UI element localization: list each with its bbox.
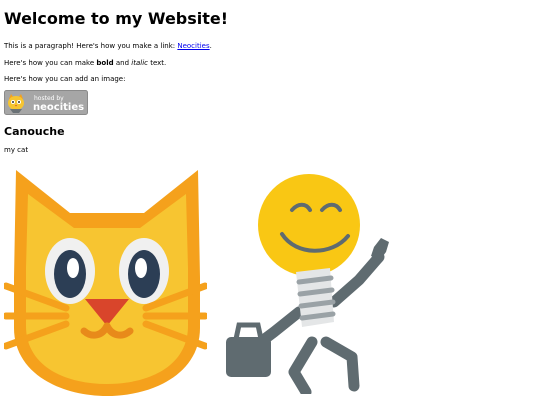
hosted-by-neocities-badge[interactable]: hosted by neocities [4, 90, 88, 115]
paragraph-text: . [209, 42, 212, 50]
paragraph-text: This is a paragraph! Here's how you make… [4, 42, 178, 50]
italic-text: italic [131, 59, 148, 67]
section-heading: Canouche [4, 125, 65, 138]
paragraph-formatting: Here's how you can make bold and italic … [4, 59, 534, 68]
paragraph-text: and [113, 59, 132, 67]
cat-image [4, 170, 207, 396]
badge-small-text: hosted by [34, 95, 64, 102]
badge-big-text: neocities [33, 102, 84, 113]
paragraph-text: text. [147, 59, 167, 67]
paragraph-text: Here's how you can make [4, 59, 97, 67]
bold-text: bold [96, 59, 114, 67]
page-content: Welcome to my Website! This is a paragra… [4, 0, 534, 155]
page-title: Welcome to my Website! [4, 9, 229, 28]
images-row [0, 168, 540, 405]
neocities-link[interactable]: Neocities [177, 42, 209, 50]
paragraph-link: This is a paragraph! Here's how you make… [4, 42, 534, 51]
lightbulb-character-image [226, 174, 389, 394]
paragraph-image: Here's how you can add an image: [4, 75, 126, 83]
caption-text: my cat [4, 146, 29, 154]
